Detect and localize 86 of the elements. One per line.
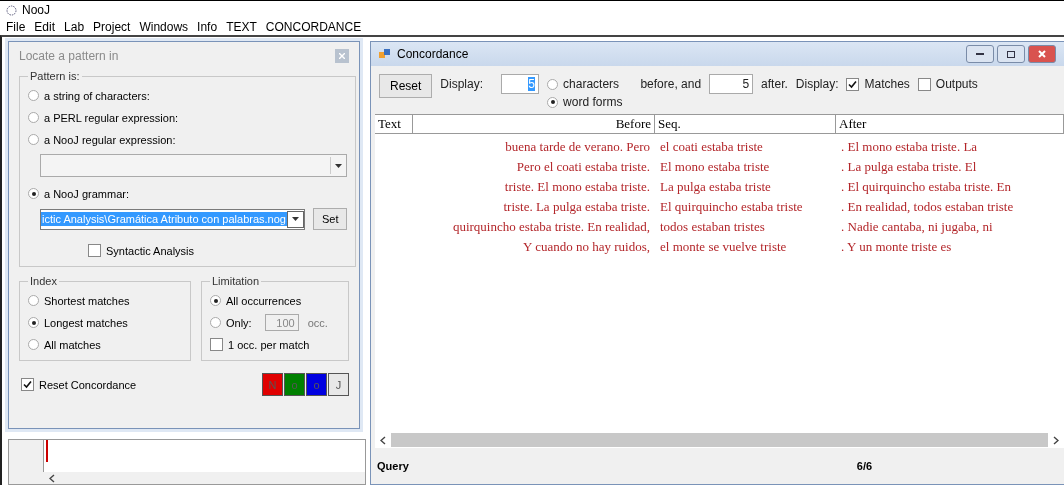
- table-cell-text: el monte se vuelve triste: [659, 238, 788, 256]
- set-button[interactable]: Set: [312, 208, 348, 230]
- table-cell-text: Pero el coati estaba triste.: [515, 158, 651, 176]
- after-count-field[interactable]: 5: [709, 74, 754, 94]
- dialog-title: Locate a pattern in: [19, 49, 119, 63]
- match-count: 6/6: [856, 460, 873, 472]
- reset-button[interactable]: Reset: [379, 74, 433, 98]
- option-label: Longest matches: [44, 316, 128, 329]
- radio-button[interactable]: [28, 134, 39, 145]
- option-label: All matches: [44, 338, 101, 351]
- table-cell-text: buena tarde de verano. Pero: [504, 138, 651, 156]
- table-cell-text: El quirquincho estaba triste: [659, 198, 804, 216]
- checkbox[interactable]: [846, 77, 860, 91]
- checkbox-label: Matches: [864, 77, 910, 91]
- radio-button[interactable]: [210, 295, 221, 306]
- option-label: a string of characters:: [44, 89, 150, 102]
- option-label: Only:: [226, 316, 252, 329]
- column-header[interactable]: Text: [375, 115, 413, 133]
- text-cursor: [46, 440, 48, 462]
- radio-button[interactable]: [28, 295, 39, 306]
- radio-button[interactable]: [28, 90, 39, 101]
- checkbox[interactable]: [917, 77, 931, 91]
- table-cell-text: el coati estaba triste: [659, 138, 764, 156]
- checkbox[interactable]: [210, 338, 223, 351]
- window-title: Concordance: [397, 47, 469, 61]
- radio-button[interactable]: [547, 96, 559, 108]
- window-icon: [379, 48, 391, 60]
- table-cell-text: . El quirquincho estaba triste. En: [840, 178, 1013, 196]
- checkbox-label: Outputs: [935, 77, 978, 91]
- option-label: All occurrences: [226, 294, 302, 307]
- after-label: after.: [761, 76, 788, 93]
- scroll-left-icon[interactable]: [49, 473, 55, 483]
- option-label: a PERL regular expression:: [44, 111, 179, 124]
- radio-button[interactable]: [547, 78, 559, 90]
- table-cell-text: todos estaban tristes: [659, 218, 766, 236]
- menu-item[interactable]: CONCORDANCE: [265, 20, 362, 34]
- group-label: Limitation: [211, 275, 261, 287]
- table-cell-text: El mono estaba triste: [659, 158, 771, 176]
- before-label: before, and: [640, 76, 702, 93]
- color-button[interactable]: J: [328, 373, 349, 396]
- menu-item[interactable]: Info: [197, 20, 218, 34]
- checkbox-label: 1 occ. per match: [228, 338, 310, 351]
- table-cell-text: Y cuando no hay ruidos,: [522, 238, 651, 256]
- minimize-icon[interactable]: [966, 45, 994, 63]
- app-title: NooJ: [22, 3, 50, 17]
- table-cell-text: La pulga estaba triste: [659, 178, 772, 196]
- menu-item[interactable]: Project: [93, 20, 131, 34]
- checkbox[interactable]: [21, 378, 34, 391]
- maximize-icon[interactable]: [997, 45, 1025, 63]
- checkbox-label: Syntactic Analysis: [106, 244, 195, 257]
- column-header[interactable]: Seq.: [655, 115, 836, 133]
- option-label: a NooJ grammar:: [44, 187, 129, 200]
- table-cell-text: quirquincho estaba triste. En realidad,: [451, 218, 651, 236]
- table-cell-text: triste. El mono estaba triste.: [503, 178, 651, 196]
- column-header[interactable]: After: [836, 115, 1064, 133]
- menu-item[interactable]: File: [6, 20, 26, 34]
- table-cell-text: . En realidad, todos estaban triste: [840, 198, 1015, 216]
- menu-item[interactable]: Lab: [64, 20, 85, 34]
- table-cell-text: . El mono estaba triste. La: [840, 138, 979, 156]
- display-label: Display:: [440, 76, 484, 93]
- display-label: Display:: [795, 76, 839, 93]
- menu-item[interactable]: Windows: [139, 20, 189, 34]
- radio-button[interactable]: [210, 317, 221, 328]
- radio-button[interactable]: [28, 188, 39, 199]
- column-header[interactable]: Before: [413, 115, 655, 133]
- radio-button[interactable]: [28, 112, 39, 123]
- table-cell-text: . Y un monte triste es: [840, 238, 953, 256]
- checkbox-label: Reset Concordance: [39, 378, 137, 391]
- group-label: Pattern is:: [29, 70, 81, 82]
- group-label: Index: [29, 275, 58, 287]
- option-label: word forms: [563, 95, 623, 109]
- close-icon[interactable]: [1028, 45, 1056, 63]
- option-label: characters: [563, 77, 620, 91]
- menu-item[interactable]: Edit: [34, 20, 56, 34]
- status-label: Query: [377, 460, 409, 472]
- table-cell-text: triste. La pulga estaba triste.: [502, 198, 651, 216]
- option-label: Shortest matches: [44, 294, 130, 307]
- unit-label: occ.: [307, 316, 328, 329]
- menu-item[interactable]: TEXT: [226, 20, 257, 34]
- option-label: a NooJ regular expression:: [44, 133, 176, 146]
- table-cell-text: . La pulga estaba triste. El: [840, 158, 978, 176]
- app-logo-icon: [6, 4, 17, 16]
- table-cell-text: . Nadie cantaba, ni jugaba, ni: [840, 218, 994, 236]
- radio-button[interactable]: [28, 317, 39, 328]
- radio-button[interactable]: [28, 339, 39, 350]
- checkbox[interactable]: [88, 244, 101, 257]
